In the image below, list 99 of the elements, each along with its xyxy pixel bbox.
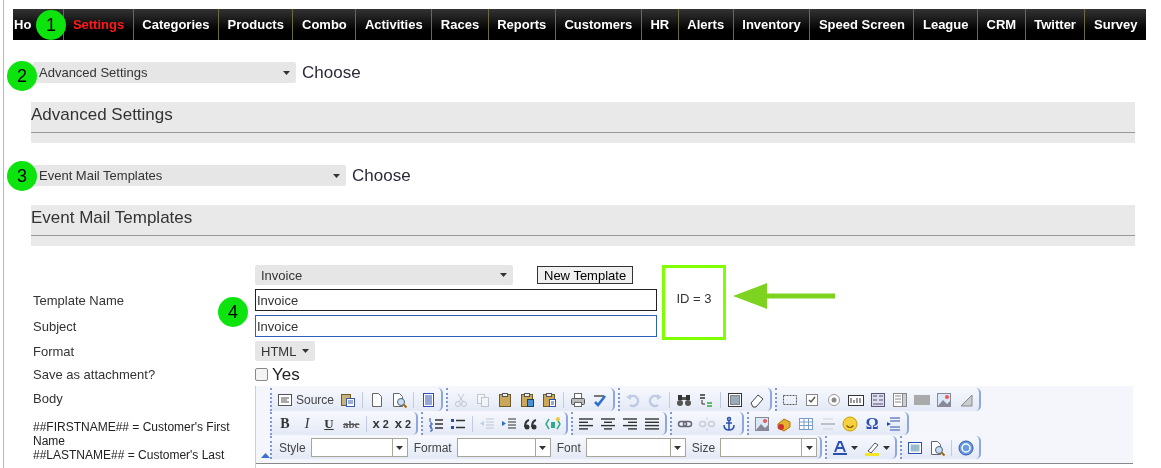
step-badge: 4 [218,297,248,327]
field-label: Format [33,343,76,359]
clipboard-icon [497,391,514,408]
choose-label: Choose [302,62,361,83]
justify-icon [644,415,661,432]
clipboard-document-icon [541,391,558,408]
window-icon [907,439,924,456]
caret-icon [883,445,891,450]
nav-tab[interactable]: CRM [977,9,1025,40]
text-lines-icon [277,391,293,408]
nav-tab[interactable]: Speed Screen [809,9,914,40]
text-area-icon [870,391,887,408]
nav-tab[interactable]: Categories [132,9,219,40]
clipboard-document-icon [340,391,357,408]
caret-icon [539,445,547,450]
caret-icon [302,349,309,353]
underline-button[interactable]: U [319,413,339,434]
unlink-icon [699,415,716,432]
bold-button[interactable]: B [275,413,295,434]
align-left-icon [578,415,595,432]
list-box-icon [892,391,909,408]
subject-field[interactable]: Invoice [255,315,657,337]
caret-icon [851,445,859,450]
nav-tab[interactable]: Customers [554,9,641,40]
image-icon [754,415,771,432]
caret-icon [674,445,682,450]
strikethrough-button[interactable]: abc [341,413,362,434]
source-button[interactable]: Source [275,389,337,410]
brackets-icon [545,415,562,432]
new-template-button[interactable]: New Template [537,266,634,284]
redo-icon [647,391,664,408]
nav-tab[interactable]: Twitter [1024,9,1085,40]
printer-icon [570,391,587,408]
nav-tab[interactable]: Ho [13,9,32,40]
replace-icon [698,391,715,408]
nav-tab[interactable]: Combo [292,9,356,40]
outdent-icon [479,415,496,432]
page-break-icon [886,415,903,432]
caret-icon [333,173,340,178]
page-magnifier-icon [929,439,946,456]
clipboard-icon [519,391,536,408]
choose-label: Choose [352,165,411,186]
page-lines-icon [420,391,437,408]
horizontal-line-icon [820,415,837,432]
format-dropdown[interactable]: HTML [255,341,315,361]
nav-tab[interactable]: Reports [487,9,555,40]
nav-tab[interactable]: League [913,9,978,40]
caret-icon [396,445,404,450]
caret-icon [805,445,813,450]
nav-tab[interactable]: Inventory [732,9,810,40]
field-label: Body [33,391,64,406]
anchor-icon [721,415,738,432]
template-dropdown[interactable]: Invoice [255,265,513,285]
field-label: Save as attachment? [33,367,157,382]
dropdown-label: Font [556,440,581,455]
section-title: Event Mail Templates [31,208,1135,236]
text-color-icon [832,439,849,456]
checkbox-icon [804,391,821,408]
step-badge: 2 [7,61,37,91]
italic-button[interactable]: I [297,413,317,434]
help-icon [958,439,975,456]
placeholder-help-text: ##LASTNAME## = Customer's Last [33,448,226,462]
nav-tab[interactable]: HR [640,9,678,40]
smiley-icon [842,415,859,432]
field-label: Template Name [33,292,126,308]
image-icon [936,391,953,408]
nav-tab[interactable]: Activities [355,9,432,40]
section-title: Advanced Settings [31,105,1135,133]
copy-icon [475,391,492,408]
nav-tab[interactable]: Races [431,9,488,40]
align-center-icon [600,415,617,432]
nav-tab[interactable]: Alerts [677,9,733,40]
nav-tab[interactable]: Products [218,9,293,40]
placeholder-help-text: ##FIRSTNAME## = Customer's First Name [33,420,231,448]
dropdown-label: Size [691,440,716,455]
table-icon [798,415,815,432]
align-right-icon [622,415,639,432]
dropdown-label: Format [413,440,452,455]
numbered-list-icon [428,415,445,432]
undo-icon [625,391,642,408]
dropdown-label: Style [279,440,306,455]
section-dropdown[interactable]: Event Mail Templates [33,165,346,186]
radio-icon [826,391,843,408]
scissors-icon [453,391,470,408]
select-all-icon [727,391,744,408]
caret-icon [283,70,290,75]
nav-tab[interactable]: Survey [1084,9,1146,40]
field-label: Subject [33,318,78,334]
checkbox-label: Yes [272,364,300,385]
step-badge: 3 [7,161,37,191]
id-label: ID = 3 [676,291,712,306]
indent-icon [501,415,518,432]
omega-button[interactable]: Ω [862,413,883,434]
caret-icon [500,273,507,277]
template-name-field[interactable]: Invoice [255,289,657,311]
section-dropdown[interactable]: Advanced Settings [33,62,296,83]
page-magnifier-icon [391,391,408,408]
checkbox[interactable] [255,368,268,381]
collapse-icon[interactable] [261,453,270,458]
